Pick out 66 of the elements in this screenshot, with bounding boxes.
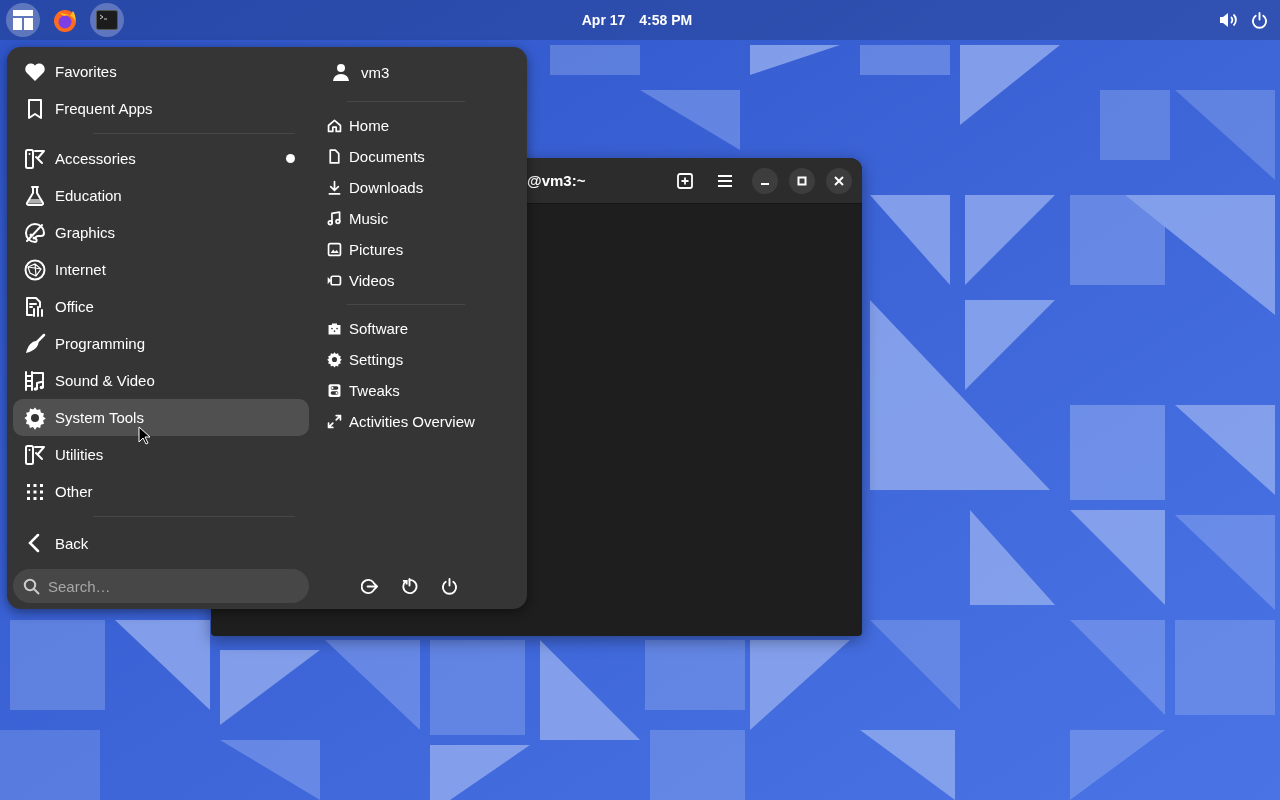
category-item[interactable]: Graphics <box>13 214 309 251</box>
expand-arrows-icon <box>326 413 343 430</box>
fox-globe-icon <box>52 7 78 33</box>
app-item[interactable]: Settings <box>321 344 409 375</box>
category-item[interactable]: Accessories <box>13 140 309 177</box>
globe-network-icon <box>23 257 47 282</box>
terminal-launcher[interactable] <box>90 3 124 37</box>
category-item[interactable]: Other <box>13 473 309 510</box>
window-title: @vm3:~ <box>527 172 587 189</box>
search-field[interactable]: Search… <box>13 569 309 603</box>
user-name: vm3 <box>361 63 390 81</box>
toggle-switches-icon <box>326 382 343 399</box>
app-menu-button[interactable] <box>6 3 40 37</box>
power-icon <box>440 577 458 595</box>
place-item[interactable]: Home <box>321 110 394 141</box>
palette-and-brush-icon <box>23 220 47 245</box>
category-item[interactable]: Education <box>13 177 309 214</box>
download-icon <box>326 179 343 196</box>
restart-icon <box>400 577 418 595</box>
document-icon <box>326 148 343 165</box>
maximize-icon <box>797 175 807 186</box>
close-icon <box>834 175 844 186</box>
mouse-pointer-icon <box>138 426 150 445</box>
menu-icon <box>717 173 733 188</box>
category-item[interactable]: Office <box>13 288 309 325</box>
app-item[interactable]: Tweaks <box>321 375 405 406</box>
category-item[interactable]: Utilities <box>13 436 309 473</box>
volume-icon[interactable] <box>1219 12 1237 28</box>
category-item[interactable]: Internet <box>13 251 309 288</box>
trowel-icon <box>23 331 47 356</box>
back-button[interactable]: Back <box>13 523 309 563</box>
gear-icon <box>326 351 343 368</box>
category-item[interactable]: Favorites <box>13 53 309 90</box>
music-note-icon <box>326 210 343 227</box>
clock-label[interactable]: 4:58 PM <box>639 12 693 28</box>
place-item[interactable]: Videos <box>321 265 400 296</box>
power-icon[interactable] <box>1251 11 1268 29</box>
maximize-button[interactable] <box>789 167 815 194</box>
place-item[interactable]: Downloads <box>321 172 429 203</box>
close-button[interactable] <box>826 167 852 194</box>
log-out-icon <box>360 577 378 595</box>
place-item[interactable]: Music <box>321 203 394 234</box>
minimize-button[interactable] <box>752 167 778 194</box>
place-item[interactable]: Documents <box>321 141 430 172</box>
gear-icon <box>23 405 47 430</box>
shopping-bag-icon <box>326 320 343 337</box>
date-label[interactable]: Apr 17 <box>581 12 626 28</box>
film-and-note-icon <box>23 368 47 393</box>
app-item[interactable]: Activities Overview <box>321 406 480 437</box>
category-item[interactable]: Sound & Video <box>13 362 309 399</box>
user-icon <box>333 63 349 81</box>
phone-and-pen-icon <box>23 146 47 171</box>
image-icon <box>326 241 343 258</box>
terminal-icon <box>96 10 118 30</box>
category-item[interactable]: Frequent Apps <box>13 90 309 127</box>
flask-icon <box>23 183 47 208</box>
category-item[interactable]: Programming <box>13 325 309 362</box>
home-icon <box>326 117 343 134</box>
phone-and-pen-icon <box>23 442 47 467</box>
app-item[interactable]: Software <box>321 313 414 344</box>
place-item[interactable]: Pictures <box>321 234 409 265</box>
layout-icon <box>12 9 34 31</box>
category-item[interactable]: System Tools <box>13 399 309 436</box>
video-camera-icon <box>326 272 343 289</box>
minimize-icon <box>760 183 770 185</box>
plus-square-icon <box>677 172 693 189</box>
